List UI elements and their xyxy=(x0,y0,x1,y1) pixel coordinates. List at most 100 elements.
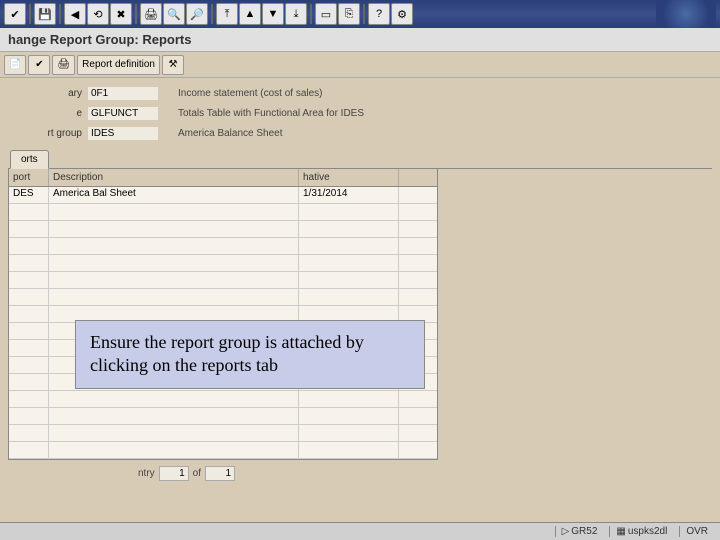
table-cell[interactable] xyxy=(49,255,299,271)
print-icon[interactable]: 🖨 xyxy=(140,3,162,25)
layout-icon[interactable]: ⚙ xyxy=(391,3,413,25)
table-cell[interactable] xyxy=(299,425,399,441)
table-cell[interactable] xyxy=(9,391,49,407)
table-cell[interactable] xyxy=(9,306,49,322)
table-cell[interactable]: America Bal Sheet xyxy=(49,187,299,203)
table-cell[interactable] xyxy=(9,272,49,288)
table-cell[interactable] xyxy=(9,425,49,441)
last-page-icon[interactable]: ⤓ xyxy=(285,3,307,25)
table-cell[interactable] xyxy=(299,221,399,237)
table-cell[interactable] xyxy=(49,221,299,237)
app-toolbar: 📄 ✔ 🖨 Report definition ⚒ xyxy=(0,52,720,78)
field-value[interactable]: 0F1 xyxy=(88,87,158,100)
status-tcode: ▷ GR52 xyxy=(555,526,604,537)
table-cell[interactable] xyxy=(49,204,299,220)
table-cell[interactable]: 1/31/2014 xyxy=(299,187,399,203)
pager-entry-value[interactable]: 1 xyxy=(159,466,189,481)
form-row-library: ary 0F1 Income statement (cost of sales) xyxy=(8,84,712,102)
table-cell[interactable] xyxy=(9,408,49,424)
field-value[interactable]: GLFUNCT xyxy=(88,107,158,120)
back-icon[interactable]: ◀ xyxy=(64,3,86,25)
save-icon[interactable]: 💾 xyxy=(34,3,56,25)
report-definition-button[interactable]: Report definition xyxy=(77,55,160,75)
table-cell[interactable] xyxy=(9,323,49,339)
field-value[interactable]: IDES xyxy=(88,127,158,140)
table-cell[interactable] xyxy=(299,391,399,407)
first-page-icon[interactable]: ⤒ xyxy=(216,3,238,25)
table-cell[interactable] xyxy=(9,357,49,373)
table-row[interactable] xyxy=(9,425,437,442)
table-cell[interactable] xyxy=(49,425,299,441)
table-cell[interactable] xyxy=(9,289,49,305)
table-cell[interactable]: DES xyxy=(9,187,49,203)
reports-grid: port Description hative DESAmerica Bal S… xyxy=(8,169,438,460)
table-cell[interactable] xyxy=(49,442,299,458)
sap-logo-swirl xyxy=(656,0,716,28)
settings-icon[interactable]: ⚒ xyxy=(162,55,184,75)
form-row-table: e GLFUNCT Totals Table with Functional A… xyxy=(8,104,712,122)
table-row[interactable] xyxy=(9,391,437,408)
table-row[interactable] xyxy=(9,272,437,289)
field-label: ary xyxy=(8,88,88,99)
find-icon[interactable]: 🔍 xyxy=(163,3,185,25)
table-cell[interactable] xyxy=(9,374,49,390)
tab-reports[interactable]: orts xyxy=(10,150,49,169)
separator xyxy=(135,4,137,24)
table-cell[interactable] xyxy=(9,204,49,220)
exit-icon[interactable]: ⟲ xyxy=(87,3,109,25)
table-cell[interactable] xyxy=(9,442,49,458)
table-cell[interactable] xyxy=(9,340,49,356)
col-native[interactable]: hative xyxy=(299,169,399,186)
table-cell[interactable] xyxy=(299,255,399,271)
table-cell[interactable] xyxy=(9,238,49,254)
system-toolbar: ✔ 💾 ◀ ⟲ ✖ 🖨 🔍 🔎 ⤒ ▲ ▼ ⤓ ▭ ⎘ ? ⚙ xyxy=(0,0,720,28)
table-row[interactable]: DESAmerica Bal Sheet1/31/2014 xyxy=(9,187,437,204)
status-mode: OVR xyxy=(679,526,714,537)
table-cell[interactable] xyxy=(49,238,299,254)
check-icon[interactable]: ✔ xyxy=(4,3,26,25)
table-cell[interactable] xyxy=(9,221,49,237)
table-cell[interactable] xyxy=(49,289,299,305)
check-icon[interactable]: ✔ xyxy=(28,55,50,75)
find-next-icon[interactable]: 🔎 xyxy=(186,3,208,25)
table-cell[interactable] xyxy=(299,204,399,220)
table-row[interactable] xyxy=(9,204,437,221)
next-page-icon[interactable]: ▼ xyxy=(262,3,284,25)
page-title: hange Report Group: Reports xyxy=(0,28,720,52)
print-icon[interactable]: 🖨 xyxy=(52,55,75,75)
table-cell[interactable] xyxy=(49,391,299,407)
table-row[interactable] xyxy=(9,289,437,306)
instruction-callout: Ensure the report group is attached by c… xyxy=(75,320,425,389)
table-row[interactable] xyxy=(9,255,437,272)
field-label: rt group xyxy=(8,128,88,139)
table-row[interactable] xyxy=(9,408,437,425)
separator xyxy=(29,4,31,24)
form-area: ary 0F1 Income statement (cost of sales)… xyxy=(0,78,720,489)
status-bar: ▷ GR52 ▦ uspks2dl OVR xyxy=(0,522,720,540)
pager-of-label: of xyxy=(193,468,201,479)
table-cell[interactable] xyxy=(299,442,399,458)
form-row-report-group: rt group IDES America Balance Sheet xyxy=(8,124,712,142)
table-row[interactable] xyxy=(9,238,437,255)
table-cell[interactable] xyxy=(299,272,399,288)
table-row[interactable] xyxy=(9,442,437,459)
table-cell[interactable] xyxy=(49,408,299,424)
table-row[interactable] xyxy=(9,221,437,238)
table-cell[interactable] xyxy=(299,408,399,424)
display-change-icon[interactable]: 📄 xyxy=(4,55,26,75)
col-report[interactable]: port xyxy=(9,169,49,186)
separator xyxy=(310,4,312,24)
help-icon[interactable]: ? xyxy=(368,3,390,25)
cancel-icon[interactable]: ✖ xyxy=(110,3,132,25)
table-cell[interactable] xyxy=(49,272,299,288)
table-cell[interactable] xyxy=(299,238,399,254)
pager-of-value: 1 xyxy=(205,466,235,481)
new-session-icon[interactable]: ▭ xyxy=(315,3,337,25)
shortcut-icon[interactable]: ⎘ xyxy=(338,3,360,25)
table-cell[interactable] xyxy=(299,289,399,305)
col-description[interactable]: Description xyxy=(49,169,299,186)
field-description: Totals Table with Functional Area for ID… xyxy=(158,108,712,119)
pager: ntry 1 of 1 xyxy=(8,464,712,483)
table-cell[interactable] xyxy=(9,255,49,271)
prev-page-icon[interactable]: ▲ xyxy=(239,3,261,25)
